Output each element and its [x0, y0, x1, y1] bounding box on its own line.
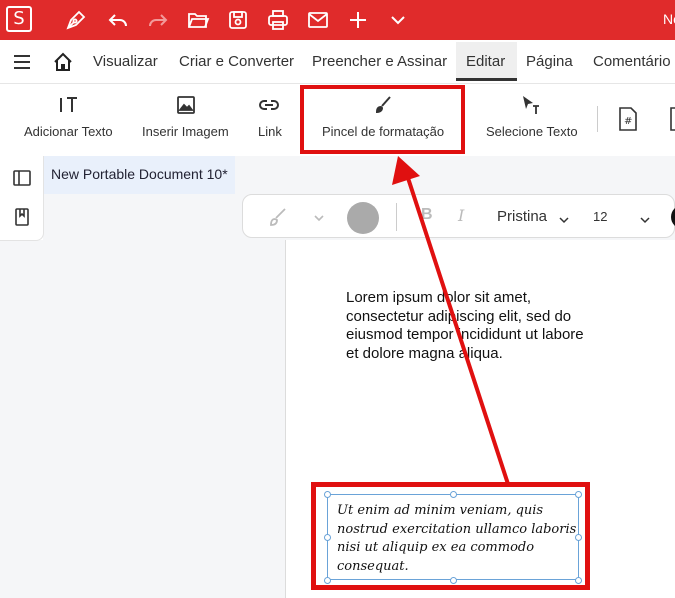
page-number-icon[interactable]: #	[617, 106, 639, 132]
redo-icon[interactable]	[146, 8, 170, 32]
ribbon-divider	[597, 106, 598, 132]
mail-icon[interactable]	[306, 8, 330, 32]
format-divider	[396, 203, 397, 231]
menu-pagina[interactable]: Página	[526, 53, 573, 70]
bookmark-icon[interactable]	[14, 208, 30, 226]
link-label: Link	[258, 124, 282, 139]
link-button[interactable]: Link	[250, 84, 290, 156]
add-text-label: Adicionar Texto	[24, 124, 113, 139]
highlight-box-text-box	[311, 482, 590, 590]
document-tab-title: New Portable Document 10*	[51, 166, 228, 182]
header-footer-icon[interactable]	[668, 106, 675, 132]
text-color-swatch[interactable]	[671, 205, 675, 229]
menu-criar-e-converter[interactable]: Criar e Converter	[179, 53, 294, 70]
font-size-select[interactable]: 12	[593, 209, 607, 224]
sidebar-toggle-icon[interactable]	[12, 168, 32, 188]
plus-icon[interactable]	[346, 8, 370, 32]
font-name-chevron-icon[interactable]	[559, 212, 569, 224]
format-brush-icon[interactable]	[267, 206, 289, 228]
app-logo: S	[6, 6, 32, 32]
save-icon[interactable]	[226, 8, 250, 32]
insert-image-button[interactable]: Inserir Imagem	[136, 84, 236, 156]
open-folder-icon[interactable]	[186, 8, 210, 32]
menu-preencher-e-assinar[interactable]: Preencher e Assinar	[312, 53, 447, 70]
app-title: No	[663, 11, 675, 27]
chevron-down-icon[interactable]	[386, 8, 410, 32]
italic-button[interactable]: I	[458, 206, 464, 225]
svg-text:#: #	[624, 116, 632, 127]
title-bar: S No	[0, 0, 675, 40]
menu-bar: Visualizar Criar e Converter Preencher e…	[0, 40, 675, 84]
pen-icon[interactable]	[64, 8, 88, 32]
font-name-select[interactable]: Pristina	[497, 208, 547, 225]
home-icon[interactable]	[52, 51, 74, 73]
brush-dropdown-icon[interactable]	[313, 211, 325, 223]
side-panel	[0, 240, 285, 598]
font-size-chevron-icon[interactable]	[640, 212, 650, 224]
image-icon	[175, 94, 197, 116]
body-paragraph[interactable]: Lorem ipsum dolor sit amet, consectetur …	[346, 289, 586, 363]
menu-visualizar[interactable]: Visualizar	[93, 53, 158, 70]
print-icon[interactable]	[266, 8, 290, 32]
undo-icon[interactable]	[106, 8, 130, 32]
add-text-button[interactable]: Adicionar Texto	[14, 84, 124, 156]
select-text-button[interactable]: Selecione Texto	[480, 84, 585, 156]
hamburger-menu-icon[interactable]	[12, 52, 32, 72]
select-text-label: Selecione Texto	[486, 124, 578, 139]
select-cursor-icon	[520, 94, 542, 116]
menu-editar[interactable]: Editar	[466, 53, 505, 70]
text-format-bar: B I Pristina 12	[242, 194, 675, 238]
menu-comentario[interactable]: Comentário	[593, 53, 671, 70]
insert-image-label: Inserir Imagem	[142, 124, 229, 139]
left-rail	[0, 156, 44, 241]
link-icon	[258, 94, 280, 116]
color-swatch[interactable]	[347, 202, 379, 234]
bold-button[interactable]: B	[421, 206, 433, 224]
highlight-box-format-painter	[300, 85, 465, 154]
add-text-icon	[58, 94, 80, 116]
